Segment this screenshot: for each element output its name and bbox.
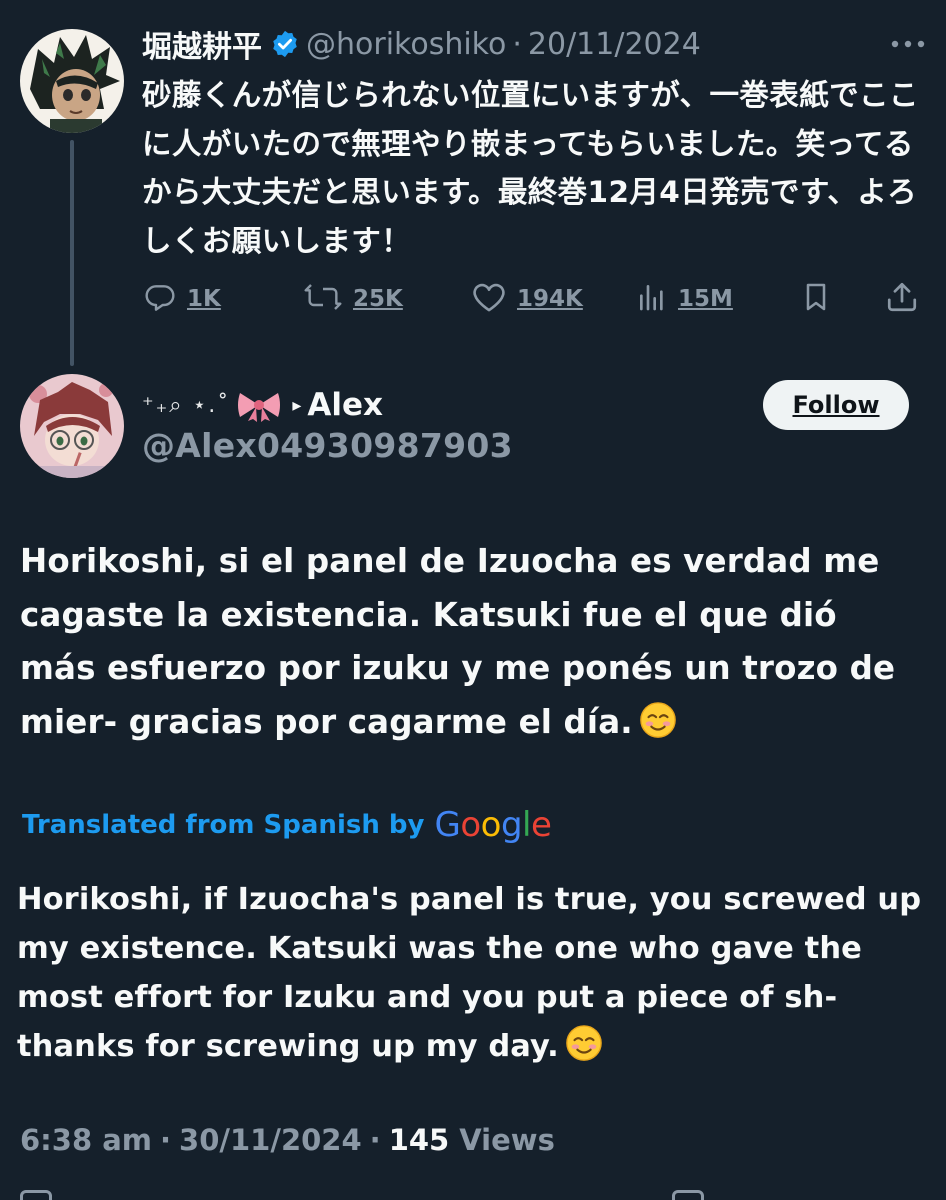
like-count: 194K — [517, 286, 583, 312]
reply-author-avatar[interactable] — [20, 374, 124, 478]
reply-author-handle[interactable]: @Alex04930987903 — [142, 426, 513, 465]
retweet-icon — [303, 281, 343, 317]
parent-author-avatar[interactable] — [20, 29, 124, 133]
views-button[interactable]: 15M — [636, 279, 733, 319]
tweet-metadata: 6:38 am · 30/11/2024 · 145 Views — [20, 1118, 555, 1162]
meta-separator: · — [369, 1123, 381, 1157]
reply-icon — [143, 281, 177, 317]
bow-emoji-icon — [236, 388, 282, 422]
follow-button[interactable]: Follow — [763, 380, 909, 430]
tweet-time[interactable]: 6:38 am — [20, 1123, 152, 1157]
parent-tweet-header: 堀越耕平 @horikoshiko · 20/11/2024 — [142, 22, 701, 66]
reply-text-body: Horikoshi, si el panel de Izuocha es ver… — [20, 542, 896, 741]
like-button[interactable]: 194K — [471, 279, 583, 319]
reply-button[interactable]: 1K — [143, 279, 221, 319]
parent-tweet-text: 砂藤くんが信じられない位置にいますが、一巻表紙でここに人がいたので無理やり嵌まっ… — [142, 78, 919, 258]
parent-author-handle[interactable]: @horikoshiko — [306, 27, 506, 62]
name-prefix: ▸ — [292, 394, 302, 416]
translation-body: Horikoshi, if Izuocha's panel is true, y… — [17, 882, 922, 1064]
reply-author-name[interactable]: ⁺₊⌕ ⋆.˚ ▸ Alex — [142, 384, 383, 426]
reply-display-name: Alex — [307, 387, 383, 423]
reply-tweet-text: Horikoshi, si el panel de Izuocha es ver… — [20, 535, 920, 755]
reply-count: 1K — [187, 286, 221, 312]
header-separator: · — [512, 26, 522, 62]
share-icon — [884, 280, 920, 318]
translated-tweet-text: Horikoshi, if Izuocha's panel is true, y… — [17, 875, 927, 1077]
bookmark-button[interactable] — [800, 279, 832, 319]
verified-badge-icon — [270, 29, 300, 59]
more-options-icon[interactable] — [888, 30, 928, 58]
views-count: 145 — [388, 1123, 450, 1157]
tweet-thread-page: 堀越耕平 @horikoshiko · 20/11/2024 砂藤くんが信じられ… — [0, 0, 946, 1200]
smiling-face-emoji-icon — [565, 1024, 603, 1077]
translated-label: Translated from Spanish by — [22, 810, 425, 840]
parent-tweet-date[interactable]: 20/11/2024 — [528, 27, 701, 62]
name-decoration: ⁺₊⌕ ⋆.˚ — [142, 392, 231, 418]
analytics-icon — [636, 281, 668, 317]
next-action-icon[interactable] — [20, 1190, 52, 1200]
views-label: Views — [459, 1123, 555, 1157]
heart-icon — [471, 281, 507, 317]
tweet-date[interactable]: 30/11/2024 — [179, 1123, 362, 1157]
meta-separator: · — [160, 1123, 172, 1157]
smiling-face-emoji-icon — [639, 701, 677, 756]
retweet-count: 25K — [353, 286, 403, 312]
view-count: 15M — [678, 286, 733, 312]
share-button[interactable] — [884, 279, 920, 319]
google-logo: Google — [434, 805, 552, 845]
retweet-button[interactable]: 25K — [303, 279, 403, 319]
next-action-icon[interactable] — [672, 1190, 704, 1200]
parent-author-name[interactable]: 堀越耕平 — [142, 22, 262, 66]
translation-attribution[interactable]: Translated from Spanish by Google — [22, 803, 552, 847]
bookmark-icon — [800, 280, 832, 318]
thread-connector-line — [70, 140, 74, 366]
